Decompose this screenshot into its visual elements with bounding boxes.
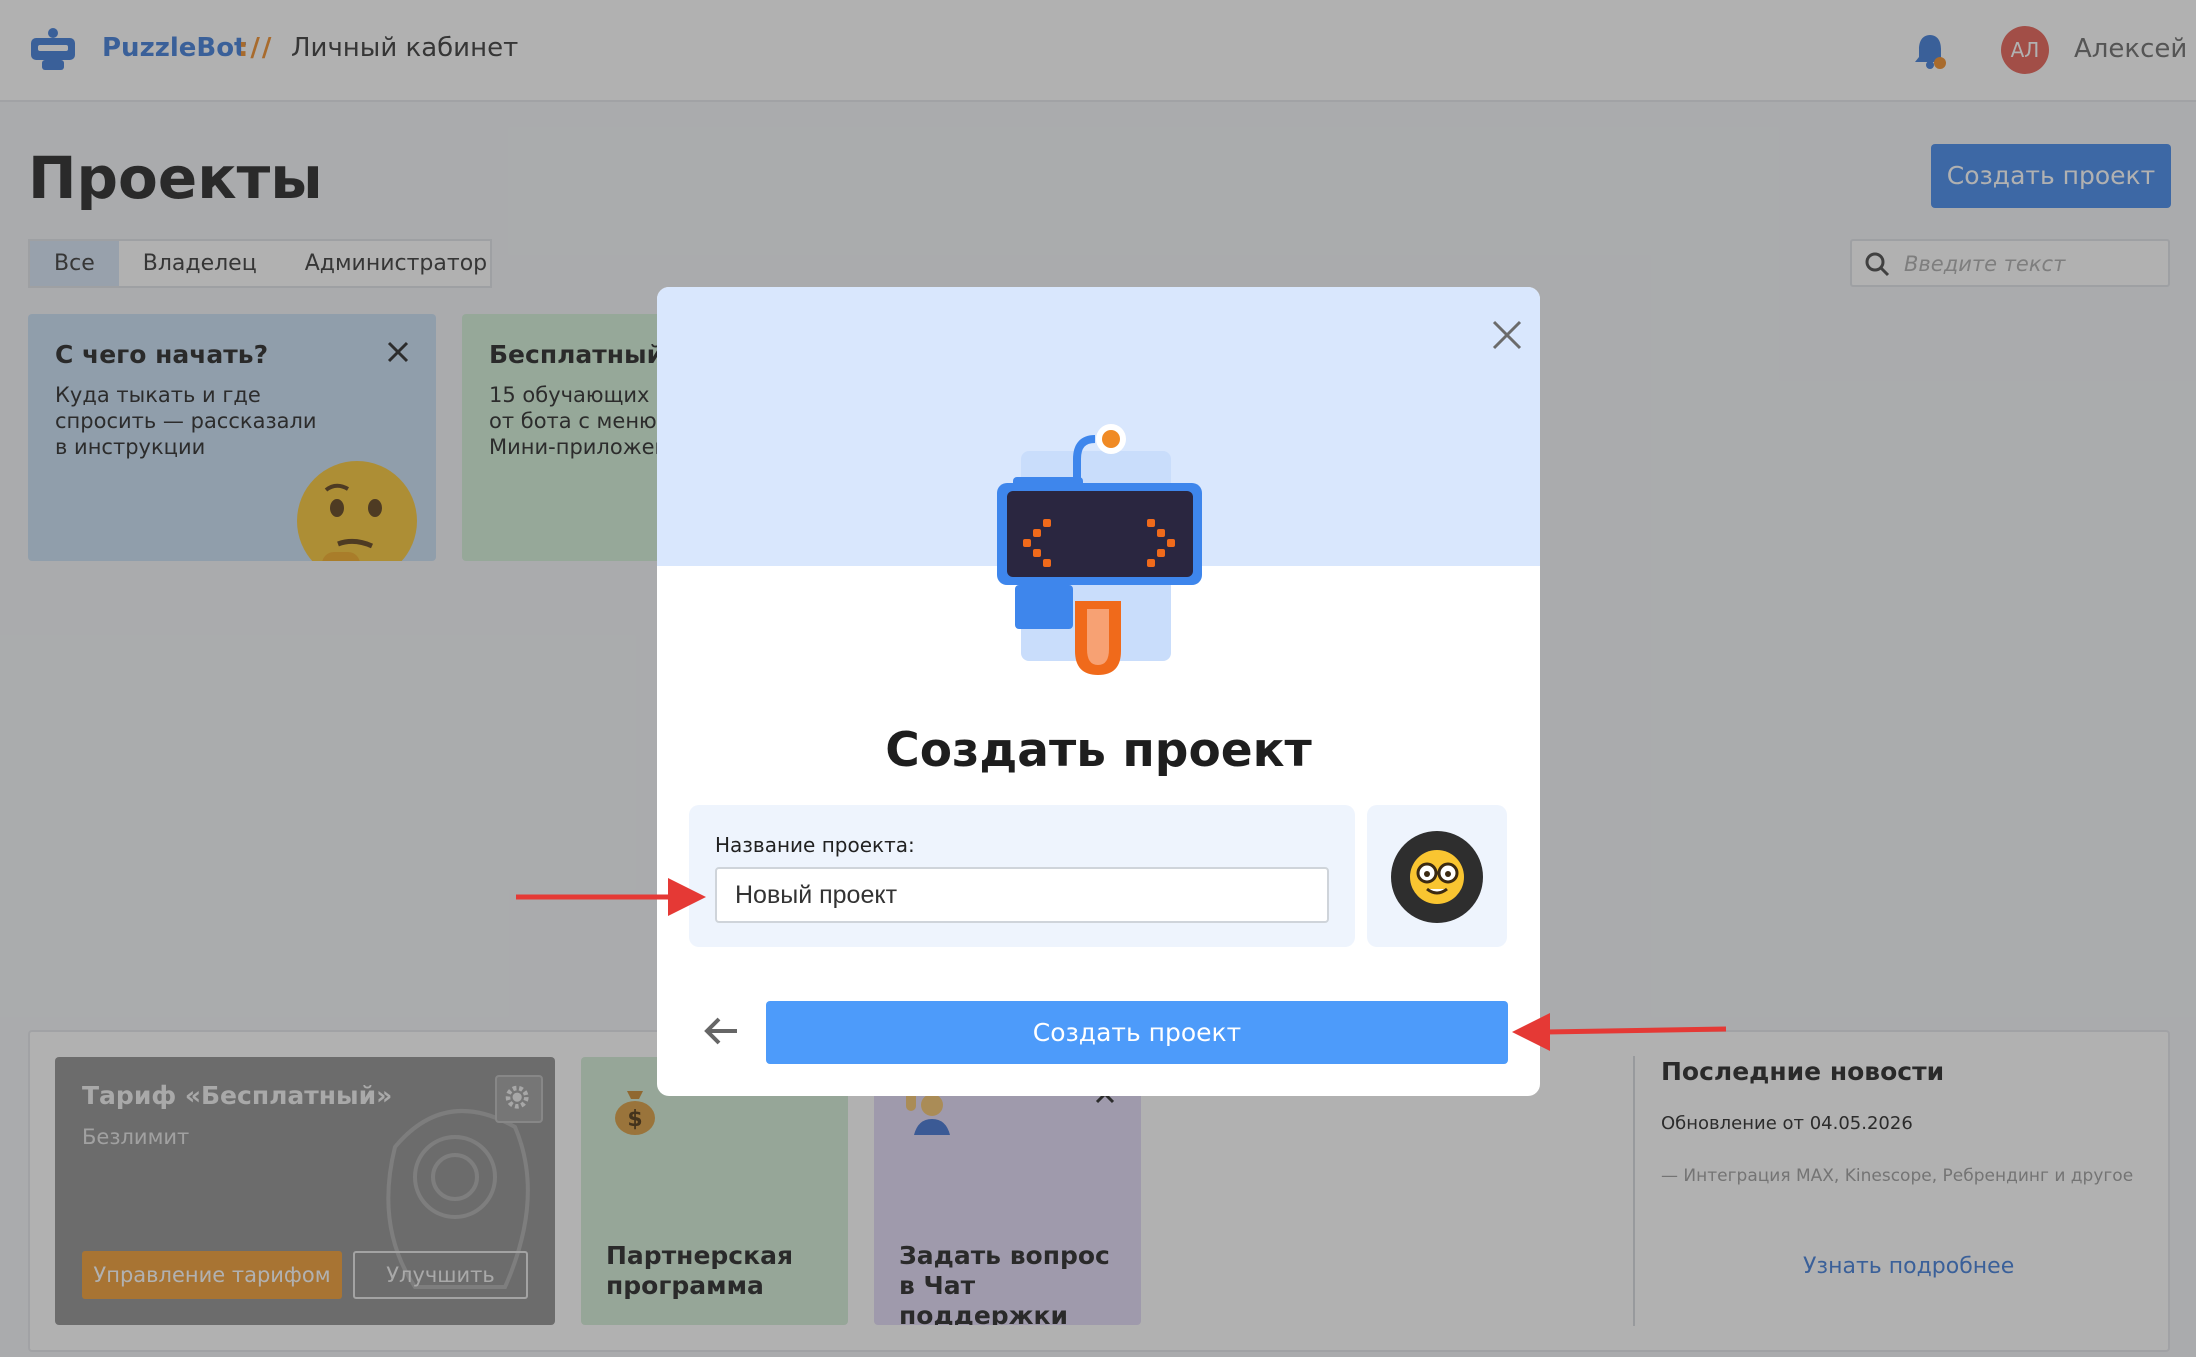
modal-title: Создать проект <box>885 723 1312 778</box>
project-name-input[interactable] <box>715 867 1329 923</box>
submit-create-project-button[interactable]: Создать проект <box>766 1001 1508 1064</box>
back-arrow-icon[interactable] <box>697 1007 745 1055</box>
emoji-avatar[interactable] <box>1391 831 1483 923</box>
nerd-face-icon <box>1410 850 1464 904</box>
close-icon[interactable] <box>1483 311 1531 359</box>
project-name-section: Название проекта: <box>689 805 1355 947</box>
project-name-label: Название проекта: <box>715 833 915 857</box>
create-project-modal: Создать проект Название проекта: Создать… <box>657 287 1540 1096</box>
project-emoji-picker[interactable] <box>1367 805 1507 947</box>
robot-mascot-icon <box>997 424 1202 675</box>
